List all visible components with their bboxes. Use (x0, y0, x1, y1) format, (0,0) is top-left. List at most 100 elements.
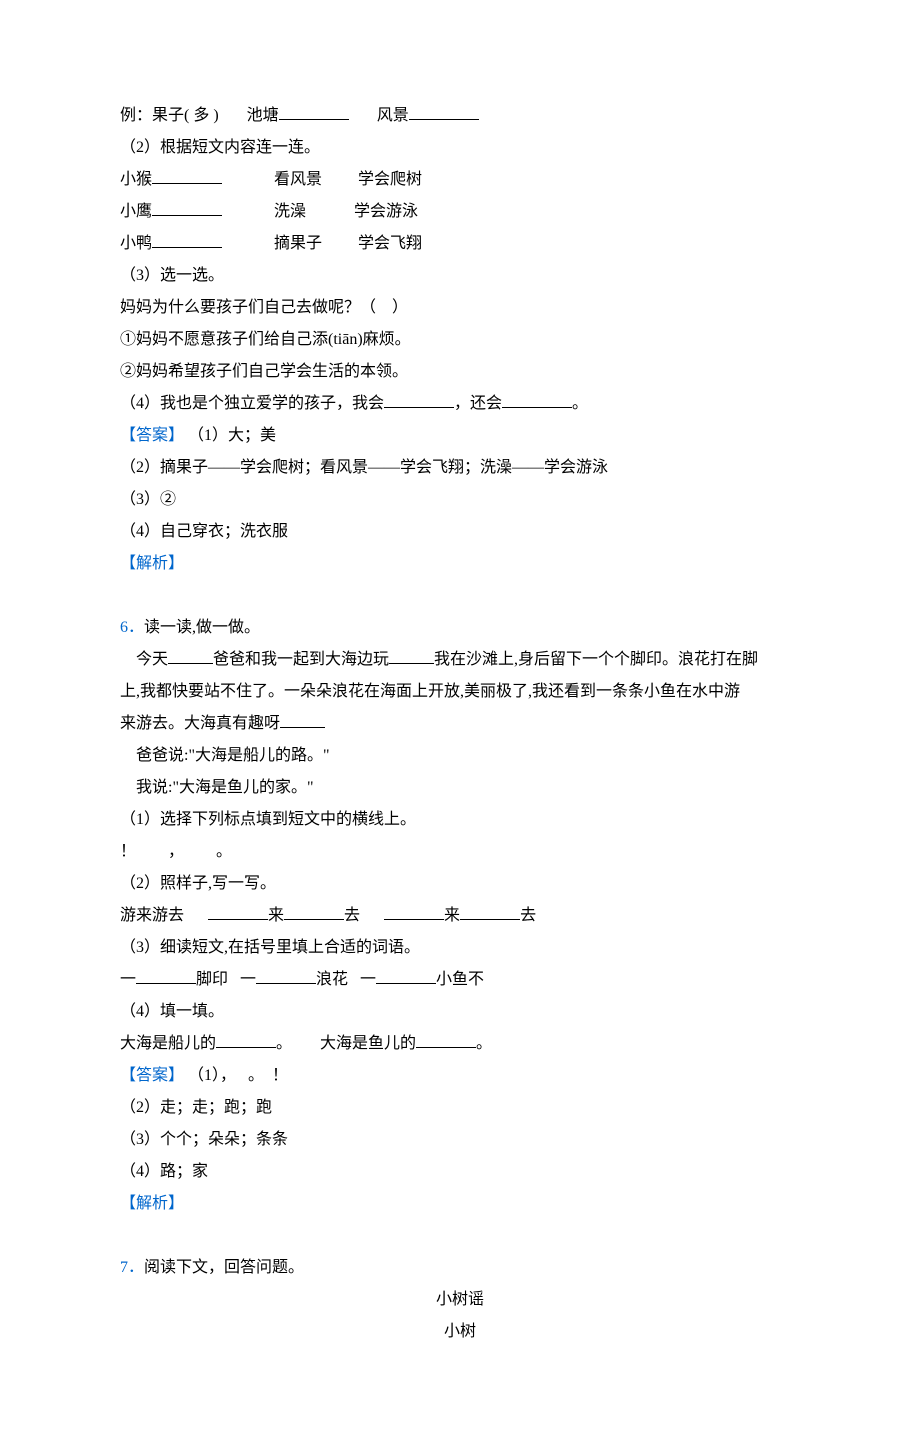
q6-heading: 6．读一读,做一做。 (120, 612, 800, 644)
q5-answer-4: （4）自己穿衣；洗衣服 (120, 516, 800, 548)
blank-field[interactable] (502, 392, 572, 408)
blank-field[interactable] (284, 904, 344, 920)
q5-sub3-question: 妈妈为什么要孩子们自己去做呢？（ ） (120, 292, 800, 324)
text: 学会飞翔 (358, 235, 422, 252)
text: （4）我也是个独立爱学的孩子，我会 (120, 395, 384, 412)
text: 池塘 (247, 107, 279, 124)
text: 例：果子( 多 ) (120, 107, 219, 124)
text: （1）， 。 ！ (188, 1067, 288, 1084)
text: 大海是船儿的 (120, 1035, 216, 1052)
blank-field[interactable] (152, 200, 222, 216)
text: 。 (572, 395, 588, 412)
q6-answer-4: （4）路；家 (120, 1156, 800, 1188)
q7-poem-title: 小树谣 (120, 1284, 800, 1316)
q6-sub2-example: 游来游去 来 去 来 去 (120, 900, 800, 932)
q5-sub3-title: （3）选一选。 (120, 260, 800, 292)
q6-passage-line: 上,我都快要站不住了。一朵朵浪花在海面上开放,美丽极了,我还看到一条条小鱼在水中… (120, 676, 800, 708)
text: 读一读,做一做。 (144, 619, 260, 636)
q5-jiexi-label: 【解析】 (120, 548, 800, 580)
blank-field[interactable] (384, 392, 454, 408)
blank-field[interactable] (384, 904, 444, 920)
text: 脚印 一 (196, 971, 256, 988)
blank-field[interactable] (256, 968, 316, 984)
text: （1）大；美 (188, 427, 276, 444)
text: 爸爸和我一起到大海边玩 (213, 651, 389, 668)
text: 学会爬树 (358, 171, 422, 188)
q5-sub2-title: （2）根据短文内容连一连。 (120, 132, 800, 164)
text: 浪花 一 (316, 971, 376, 988)
text: 去 (520, 907, 536, 924)
q7-heading: 7．阅读下文，回答问题。 (120, 1252, 800, 1284)
q5-answer-3: （3）② (120, 484, 800, 516)
text: 风景 (377, 107, 409, 124)
text: 来 (268, 907, 284, 924)
q6-sub3-title: （3）细读短文,在括号里填上合适的词语。 (120, 932, 800, 964)
blank-field[interactable] (168, 648, 213, 664)
text: 。 (476, 1035, 492, 1052)
answer-label: 【答案】 (120, 1067, 184, 1084)
blank-field[interactable] (460, 904, 520, 920)
blank-field[interactable] (152, 168, 222, 184)
text: 小猴 (120, 171, 152, 188)
q5-match-row: 小猴 看风景 学会爬树 (120, 164, 800, 196)
q6-passage-line: 爸爸说:"大海是船儿的路。" (120, 740, 800, 772)
text: 去 (344, 907, 360, 924)
blank-field[interactable] (416, 1032, 476, 1048)
blank-field[interactable] (208, 904, 268, 920)
q6-answer-2: （2）走；走；跑；跑 (120, 1092, 800, 1124)
q6-sub2-title: （2）照样子,写一写。 (120, 868, 800, 900)
q6-sub4-title: （4）填一填。 (120, 996, 800, 1028)
q6-answer-1: 【答案】 （1）， 。 ！ (120, 1060, 800, 1092)
text: 小鹰 (120, 203, 152, 220)
text: 游来游去 (120, 907, 184, 924)
text: 今天 (136, 651, 168, 668)
blank-field[interactable] (409, 104, 479, 120)
q5-sub3-opt1: ①妈妈不愿意孩子们给自己添(tiān)麻烦。 (120, 324, 800, 356)
text: 大海是鱼儿的 (320, 1035, 416, 1052)
text: 学会游泳 (354, 203, 418, 220)
spacer (120, 580, 800, 612)
question-number: 6． (120, 619, 144, 636)
text: 爸爸说:"大海是船儿的路。" (136, 747, 330, 764)
q5-answer-2: （2）摘果子——学会爬树；看风景——学会飞翔；洗澡——学会游泳 (120, 452, 800, 484)
blank-field[interactable] (279, 104, 349, 120)
q6-sub3-fill: 一 脚印 一 浪花 一 小鱼不 (120, 964, 800, 996)
blank-field[interactable] (389, 648, 434, 664)
q6-sub1-marks: ！ ， 。 (120, 836, 800, 868)
text: 来 (444, 907, 460, 924)
text: 来游去。大海真有趣呀 (120, 715, 280, 732)
q5-match-row: 小鹰 洗澡 学会游泳 (120, 196, 800, 228)
text: 小鱼不 (436, 971, 484, 988)
blank-field[interactable] (136, 968, 196, 984)
text: 小鸭 (120, 235, 152, 252)
question-number: 7． (120, 1259, 144, 1276)
q5-answer-1: 【答案】 （1）大；美 (120, 420, 800, 452)
text: ，还会 (454, 395, 502, 412)
q6-sub4-fill: 大海是船儿的 。 大海是鱼儿的 。 (120, 1028, 800, 1060)
text: 看风景 (274, 171, 322, 188)
text: 阅读下文，回答问题。 (144, 1259, 304, 1276)
blank-field[interactable] (216, 1032, 276, 1048)
blank-field[interactable] (280, 712, 325, 728)
spacer (120, 1220, 800, 1252)
q7-poem-line: 小树 (120, 1316, 800, 1348)
q5-example: 例：果子( 多 ) 池塘 风景 (120, 100, 800, 132)
blank-field[interactable] (376, 968, 436, 984)
blank-field[interactable] (152, 232, 222, 248)
q6-passage-line: 今天 爸爸和我一起到大海边玩 我在沙滩上,身后留下一个个脚印。浪花打在脚 (120, 644, 800, 676)
q5-sub3-opt2: ②妈妈希望孩子们自己学会生活的本领。 (120, 356, 800, 388)
q6-passage-line: 我说:"大海是鱼儿的家。" (120, 772, 800, 804)
text: 摘果子 (274, 235, 322, 252)
text: 。 (276, 1035, 292, 1052)
q6-answer-3: （3）个个；朵朵；条条 (120, 1124, 800, 1156)
text: 我在沙滩上,身后留下一个个脚印。浪花打在脚 (434, 651, 758, 668)
q5-match-row: 小鸭 摘果子 学会飞翔 (120, 228, 800, 260)
answer-label: 【答案】 (120, 427, 184, 444)
q6-passage-line: 来游去。大海真有趣呀 (120, 708, 800, 740)
q6-sub1-title: （1）选择下列标点填到短文中的横线上。 (120, 804, 800, 836)
text: 洗澡 (274, 203, 306, 220)
text: 我说:"大海是鱼儿的家。" (136, 779, 314, 796)
text: 一 (120, 971, 136, 988)
q6-jiexi-label: 【解析】 (120, 1188, 800, 1220)
q5-sub4: （4）我也是个独立爱学的孩子，我会 ，还会 。 (120, 388, 800, 420)
